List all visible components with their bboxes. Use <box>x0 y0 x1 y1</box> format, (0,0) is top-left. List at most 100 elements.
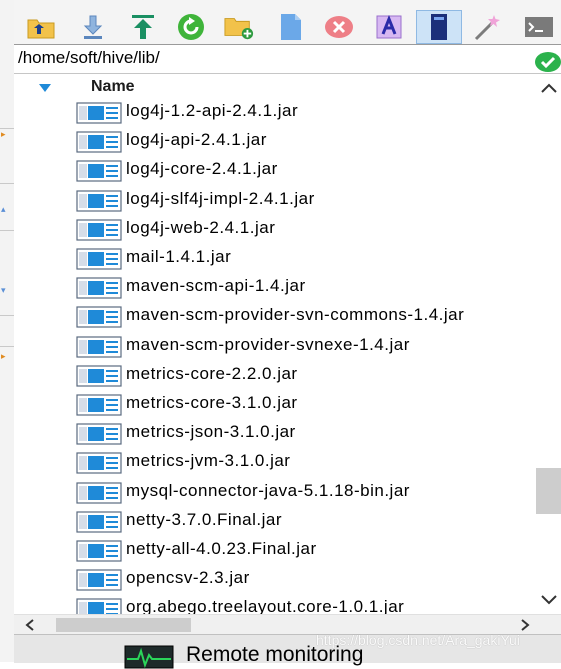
delete-button[interactable] <box>324 12 354 42</box>
jar-file-icon <box>76 598 122 614</box>
file-name: mail-1.4.1.jar <box>126 247 232 266</box>
jar-file-icon <box>76 131 122 153</box>
file-name: metrics-core-3.1.0.jar <box>126 393 298 412</box>
scroll-left-icon[interactable] <box>24 618 36 632</box>
marker-icon: ▸ <box>1 352 6 362</box>
scroll-right-icon[interactable] <box>519 618 531 632</box>
file-name: maven-scm-api-1.4.jar <box>126 276 306 296</box>
file-row[interactable]: log4j-core-2.4.1.jar <box>14 156 536 185</box>
vertical-scrollbar[interactable] <box>536 74 561 614</box>
terminal-button[interactable] <box>524 12 554 42</box>
scroll-down-icon[interactable] <box>540 594 558 606</box>
file-name: log4j-web-2.4.1.jar <box>126 217 276 237</box>
file-name: mysql-connector-java-5.1.18-bin.jar <box>126 480 410 500</box>
file-list: Name log4j-1.2-api-2.4.1.jar log4j-api-2.… <box>14 74 536 614</box>
file-row[interactable]: log4j-1.2-api-2.4.1.jar <box>14 98 536 127</box>
go-button[interactable] <box>534 51 561 73</box>
file-row[interactable]: mail-1.4.1.jar <box>14 244 536 273</box>
file-row[interactable]: log4j-slf4j-impl-2.4.1.jar <box>14 186 536 215</box>
jar-file-icon <box>76 189 122 212</box>
jar-file-icon <box>76 365 122 387</box>
new-folder-icon <box>224 18 254 40</box>
jar-file-icon <box>76 481 122 504</box>
file-name: metrics-core-2.2.0.jar <box>126 363 298 383</box>
jar-file-icon <box>76 248 122 270</box>
jar-file-icon <box>76 277 122 299</box>
file-name: opencsv-2.3.jar <box>126 568 250 588</box>
jar-file-icon <box>76 306 122 328</box>
new-file-icon <box>281 14 301 40</box>
file-row[interactable]: maven-scm-api-1.4.jar <box>14 273 536 302</box>
jar-file-icon <box>76 160 122 182</box>
jar-file-icon <box>76 511 122 533</box>
path-bar <box>14 44 561 74</box>
divider <box>0 183 14 184</box>
file-row[interactable]: metrics-jvm-3.1.0.jar <box>14 448 536 477</box>
jar-file-icon <box>76 540 122 562</box>
column-name-label: Name <box>91 78 135 95</box>
file-row[interactable]: metrics-core-3.1.0.jar <box>14 390 536 419</box>
file-name: netty-all-4.0.23.Final.jar <box>126 539 317 558</box>
file-name: log4j-core-2.4.1.jar <box>126 159 278 179</box>
file-name: maven-scm-provider-svnexe-1.4.jar <box>126 334 410 354</box>
jar-file-icon <box>76 335 122 358</box>
marker-icon: ▸ <box>1 130 6 140</box>
jar-file-icon <box>76 102 122 124</box>
path-input[interactable] <box>18 47 518 69</box>
file-name: log4j-api-2.4.1.jar <box>126 130 267 150</box>
divider <box>0 128 14 129</box>
divider <box>0 346 14 347</box>
marker-icon: ▴ <box>1 205 6 215</box>
upload-button[interactable] <box>128 12 158 42</box>
new-folder-button[interactable] <box>224 12 254 42</box>
file-row[interactable]: metrics-json-3.1.0.jar <box>14 419 536 448</box>
side-panel-edge: ▸ ▴ ▾ ▸ <box>0 0 15 662</box>
file-name: maven-scm-provider-svn-commons-1.4.jar <box>126 305 465 325</box>
checkmark-icon <box>535 52 561 72</box>
parent-folder-icon <box>27 19 55 39</box>
view-mode-button[interactable] <box>416 10 462 44</box>
new-file-button[interactable] <box>276 12 306 42</box>
file-row[interactable]: netty-3.7.0.Final.jar <box>14 507 536 536</box>
download-button[interactable] <box>78 12 108 42</box>
file-row[interactable]: netty-all-4.0.23.Final.jar <box>14 536 536 565</box>
horizontal-scroll-thumb[interactable] <box>56 618 191 632</box>
jar-file-icon <box>76 219 122 241</box>
file-name: org.abego.treelayout.core-1.0.1.jar <box>126 597 405 614</box>
view-mode-icon <box>431 14 447 40</box>
file-name: log4j-1.2-api-2.4.1.jar <box>126 101 299 120</box>
download-icon <box>83 15 103 39</box>
scroll-up-icon[interactable] <box>540 82 558 94</box>
file-row[interactable]: opencsv-2.3.jar <box>14 565 536 594</box>
file-name: log4j-slf4j-impl-2.4.1.jar <box>126 188 315 208</box>
jar-file-icon <box>76 423 122 445</box>
jar-file-icon <box>76 452 122 474</box>
file-row[interactable]: metrics-core-2.2.0.jar <box>14 361 536 390</box>
file-row[interactable]: maven-scm-provider-svn-commons-1.4.jar <box>14 302 536 331</box>
file-row[interactable]: org.abego.treelayout.core-1.0.1.jar <box>14 594 536 614</box>
magic-wand-button[interactable] <box>472 12 502 42</box>
column-header-name[interactable]: Name <box>14 74 536 100</box>
delete-icon <box>325 16 353 38</box>
marker-icon: ▾ <box>1 286 6 296</box>
upload-icon <box>132 15 154 39</box>
file-row[interactable]: log4j-web-2.4.1.jar <box>14 215 536 244</box>
rename-button[interactable] <box>374 12 404 42</box>
file-row[interactable]: maven-scm-provider-svnexe-1.4.jar <box>14 332 536 361</box>
magic-wand-icon <box>474 15 500 41</box>
refresh-button[interactable] <box>176 12 206 42</box>
file-row[interactable]: log4j-api-2.4.1.jar <box>14 127 536 156</box>
toolbar <box>14 0 561 44</box>
jar-file-icon <box>76 394 122 416</box>
divider <box>0 315 14 316</box>
divider <box>0 230 14 231</box>
vertical-scroll-thumb[interactable] <box>536 468 561 514</box>
watermark: https://blog.csdn.net/Ara_gakiYui <box>316 632 520 648</box>
rename-icon <box>376 15 402 39</box>
parent-folder-button[interactable] <box>26 12 56 42</box>
file-row[interactable]: mysql-connector-java-5.1.18-bin.jar <box>14 478 536 507</box>
file-name: metrics-jvm-3.1.0.jar <box>126 451 291 471</box>
heartbeat-monitor-icon <box>124 645 174 669</box>
terminal-icon <box>525 17 553 37</box>
file-name: netty-3.7.0.Final.jar <box>126 509 283 529</box>
